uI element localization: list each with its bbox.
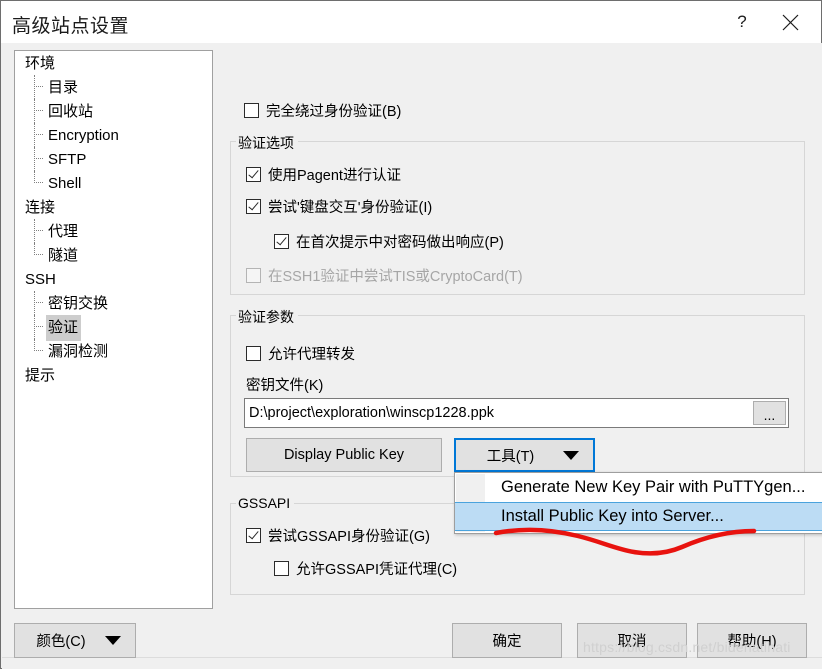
window-title: 高级站点设置: [12, 16, 130, 37]
checkbox-attempt-gssapi-authentication[interactable]: 尝试GSSAPI身份验证(G): [246, 525, 430, 546]
color-dropdown-button[interactable]: 颜色(C): [14, 623, 136, 658]
menu-item-label: Generate New Key Pair with PuTTYgen...: [501, 478, 806, 496]
tree-item-label: 代理: [48, 223, 79, 240]
tree-item[interactable]: 密钥交换: [15, 291, 212, 315]
checkbox-label: 允许代理转发: [268, 347, 355, 363]
tree-item-label: 隧道: [48, 247, 79, 264]
tree-connector-line: [34, 326, 43, 328]
checkbox-label: 完全绕过身份验证(B): [266, 104, 402, 120]
tree-item[interactable]: 漏洞检测: [15, 339, 212, 363]
tools-dropdown-menu[interactable]: Generate New Key Pair with PuTTYgen... I…: [454, 472, 822, 534]
checkbox-box: [246, 167, 261, 182]
checkbox-label: 尝试'键盘交互'身份验证(I): [268, 200, 433, 216]
button-label: 颜色(C): [36, 634, 86, 650]
tree-connector-line: [34, 302, 43, 304]
tree-item[interactable]: Shell: [15, 171, 212, 195]
tree-item-label: SSH: [25, 271, 56, 288]
close-icon[interactable]: [767, 1, 813, 43]
tree-item[interactable]: 提示: [15, 363, 212, 387]
tree-item-label: SFTP: [48, 151, 87, 168]
help-icon[interactable]: ?: [719, 1, 765, 43]
keyfile-label: 密钥文件(K): [246, 378, 324, 394]
menu-item-generate-new-key-pair[interactable]: Generate New Key Pair with PuTTYgen...: [455, 473, 822, 502]
authentication-page: 完全绕过身份验证(B) 验证选项 使用Pagent进行认证 尝试'键盘交互'身份…: [230, 43, 808, 663]
title-bar: 高级站点设置 ?: [1, 1, 821, 43]
tree-connector-line: [34, 182, 43, 184]
tree-connector-line: [34, 134, 43, 136]
tree-item-label: Shell: [48, 175, 82, 192]
tree-item[interactable]: 验证: [15, 315, 212, 341]
dialog-client-area: 环境 目录 回收站 Encryption SFTP Shell 连接 代理 隧道 SSH 密钥交换验…: [2, 43, 822, 669]
tools-dropdown-button[interactable]: 工具(T): [454, 438, 595, 472]
button-label: 确定: [492, 634, 522, 650]
checkbox-respond-password-first-prompt[interactable]: 在首次提示中对密码做出响应(P): [274, 231, 504, 252]
tree-item-label: 目录: [48, 79, 79, 96]
tree-item-label: Encryption: [48, 127, 119, 144]
checkbox-label: 尝试GSSAPI身份验证(G): [268, 529, 430, 545]
checkbox-box: [246, 346, 261, 361]
close-x-glyph: [782, 14, 798, 30]
advanced-site-settings-dialog: 高级站点设置 ? 环境目录回收站 Encryption SFTP Shell 连接代理隧…: [0, 0, 822, 669]
button-label: Display Public Key: [283, 447, 405, 463]
button-label: 工具(T): [486, 448, 535, 465]
tree-item-label: 验证: [46, 315, 82, 341]
tree-item[interactable]: 隧道: [15, 243, 212, 267]
tree-connector-line: [34, 230, 43, 232]
checkbox-label: 在首次提示中对密码做出响应(P): [296, 235, 504, 251]
tree-item[interactable]: SFTP: [15, 147, 212, 171]
checkbox-keyboard-interactive[interactable]: 尝试'键盘交互'身份验证(I): [246, 196, 432, 217]
tree-connector-line: [34, 158, 43, 160]
tree-item[interactable]: SSH: [15, 267, 212, 291]
ok-button[interactable]: 确定: [452, 623, 562, 658]
chevron-down-icon: [563, 450, 579, 460]
tree-item[interactable]: Encryption: [15, 123, 212, 147]
tree-item-label: 提示: [25, 367, 56, 384]
tree-item-label: 环境: [25, 55, 56, 72]
settings-tree[interactable]: 环境目录回收站 Encryption SFTP Shell 连接代理隧道 SSH 密钥交换验…: [14, 50, 213, 609]
watermark-text: https://blog.csdn.net/bidenatihati: [583, 639, 791, 655]
checkbox-use-pageant[interactable]: 使用Pagent进行认证: [246, 164, 401, 185]
tree-item[interactable]: 代理: [15, 219, 212, 243]
tree-item[interactable]: 回收站: [15, 99, 212, 123]
tree-item-label: 漏洞检测: [48, 343, 109, 360]
checkbox-tis-cryptocard: 在SSH1验证中尝试TIS或CryptoCard(T): [246, 265, 523, 286]
checkbox-label: 使用Pagent进行认证: [268, 168, 401, 184]
tree-item-label: 密钥交换: [48, 295, 109, 312]
tree-connector-line: [34, 254, 43, 256]
checkbox-box: [244, 103, 259, 118]
checkbox-bypass-authentication[interactable]: 完全绕过身份验证(B): [244, 100, 401, 121]
display-public-key-button[interactable]: Display Public Key: [246, 438, 442, 472]
group-title: GSSAPI: [236, 495, 295, 511]
checkbox-label: 在SSH1验证中尝试TIS或CryptoCard(T): [268, 269, 523, 285]
group-title: 验证选项: [236, 133, 298, 153]
chevron-down-icon: [105, 636, 121, 645]
tree-item[interactable]: 连接: [15, 195, 212, 219]
tree-connector-line: [34, 110, 43, 112]
tree-connector-line: [34, 350, 43, 352]
tree-item-label: 回收站: [48, 103, 94, 120]
menu-item-install-public-key-into-server[interactable]: Install Public Key into Server...: [455, 502, 822, 531]
tree-connector-line: [34, 86, 43, 88]
private-key-file-input[interactable]: D:\project\exploration\winscp1228.ppk ..…: [244, 398, 789, 428]
checkbox-box: [246, 199, 261, 214]
checkbox-allow-gssapi-credential-delegation[interactable]: 允许GSSAPI凭证代理(C): [274, 558, 457, 579]
checkbox-box: [246, 268, 261, 283]
menu-item-label: Install Public Key into Server...: [501, 507, 724, 525]
checkbox-allow-agent-forwarding[interactable]: 允许代理转发: [246, 343, 355, 364]
group-title: 验证参数: [236, 307, 298, 327]
checkbox-label: 允许GSSAPI凭证代理(C): [296, 562, 458, 578]
checkbox-box: [274, 234, 289, 249]
tree-item-label: 连接: [25, 199, 56, 216]
browse-button[interactable]: ...: [753, 401, 786, 425]
private-key-file-value: D:\project\exploration\winscp1228.ppk: [249, 405, 495, 421]
tree-item[interactable]: 目录: [15, 75, 212, 99]
help-question-mark: ?: [737, 12, 747, 31]
tree-item[interactable]: 环境: [15, 51, 212, 75]
checkbox-box: [246, 528, 261, 543]
checkbox-box: [274, 561, 289, 576]
